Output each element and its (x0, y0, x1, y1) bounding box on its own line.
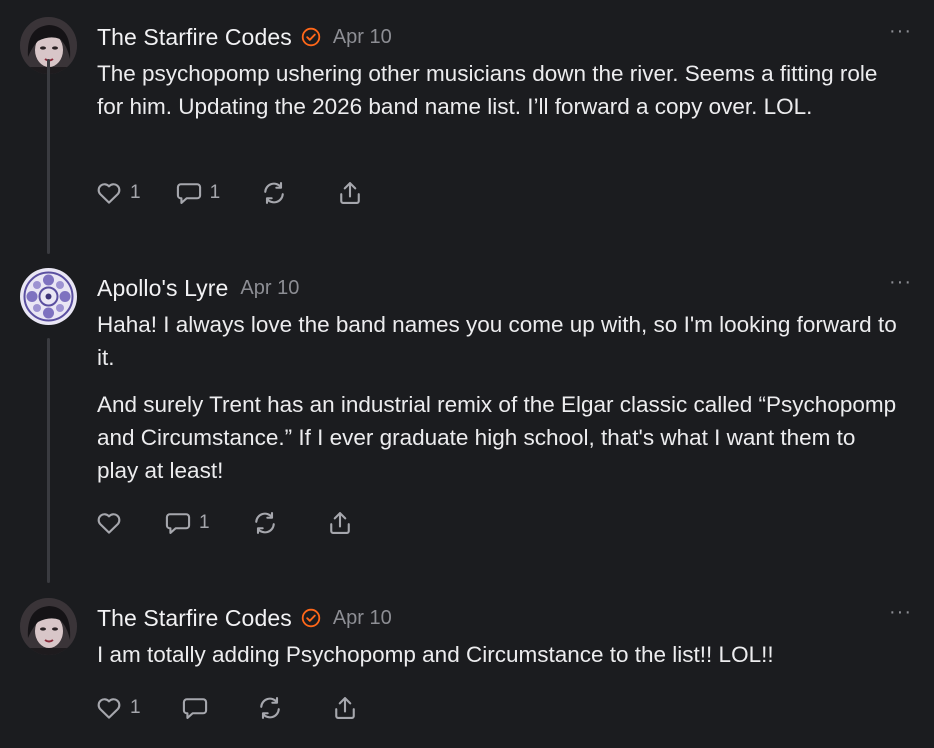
comment-paragraph: And surely Trent has an industrial remix… (97, 392, 897, 483)
comment-thread: The Starfire Codes Apr 10 ··· The psycho… (0, 0, 934, 748)
comment-header: The Starfire Codes Apr 10 (97, 602, 392, 634)
comment-date[interactable]: Apr 10 (240, 277, 299, 300)
author-name[interactable]: The Starfire Codes (97, 605, 292, 632)
heart-icon (97, 698, 121, 719)
comment-date[interactable]: Apr 10 (333, 607, 392, 630)
like-count: 1 (130, 182, 141, 203)
reply-count: 1 (209, 182, 221, 203)
comment-actions: 1 (95, 692, 359, 724)
more-options-icon[interactable]: ··· (889, 21, 912, 41)
comment-bubble-icon (176, 183, 201, 204)
restack-button[interactable] (256, 694, 284, 722)
thread-line (47, 59, 50, 254)
like-button[interactable]: 1 (95, 694, 141, 722)
share-icon (340, 182, 360, 204)
comment-paragraph: I am totally adding Psychopomp and Circu… (97, 642, 774, 667)
comment-header: Apollo's Lyre Apr 10 (97, 272, 299, 304)
verified-badge-icon (301, 27, 321, 47)
restack-icon (254, 512, 275, 534)
verified-badge-icon (301, 608, 321, 628)
comment-paragraph: The psychopomp ushering other musicians … (97, 61, 878, 119)
more-options-icon[interactable]: ··· (889, 272, 912, 292)
like-count: 1 (130, 697, 141, 718)
share-button[interactable] (336, 179, 364, 207)
comment-body: The psychopomp ushering other musicians … (97, 57, 897, 123)
comment-bubble-icon (165, 513, 191, 534)
heart-icon (97, 513, 121, 534)
author-avatar[interactable] (20, 268, 77, 325)
restack-icon (264, 182, 284, 204)
comment-actions: 1 (95, 507, 354, 539)
like-button[interactable]: 1 (95, 179, 141, 207)
comment-body: Haha! I always love the band names you c… (97, 308, 897, 487)
reply-button[interactable] (181, 694, 209, 722)
author-name[interactable]: Apollo's Lyre (97, 275, 228, 302)
restack-button[interactable] (260, 179, 288, 207)
heart-icon (97, 183, 121, 204)
share-icon (334, 697, 355, 719)
more-options-icon[interactable]: ··· (889, 602, 912, 622)
restack-button[interactable] (251, 509, 279, 537)
share-button[interactable] (326, 509, 354, 537)
comment-actions: 1 1 (95, 177, 364, 209)
reply-button[interactable]: 1 (175, 179, 221, 207)
comment-body: I am totally adding Psychopomp and Circu… (97, 638, 897, 671)
like-button[interactable] (95, 509, 123, 537)
thread-line (47, 338, 50, 583)
reply-button[interactable]: 1 (164, 509, 210, 537)
share-button[interactable] (331, 694, 359, 722)
comment-paragraph: Haha! I always love the band names you c… (97, 312, 897, 370)
share-icon (329, 512, 350, 534)
author-name[interactable]: The Starfire Codes (97, 24, 292, 51)
comment-header: The Starfire Codes Apr 10 (97, 21, 392, 53)
comment-date[interactable]: Apr 10 (333, 26, 392, 49)
reply-count: 1 (199, 512, 210, 533)
restack-icon (259, 697, 280, 719)
author-avatar[interactable] (20, 598, 77, 655)
comment-bubble-icon (182, 698, 207, 719)
